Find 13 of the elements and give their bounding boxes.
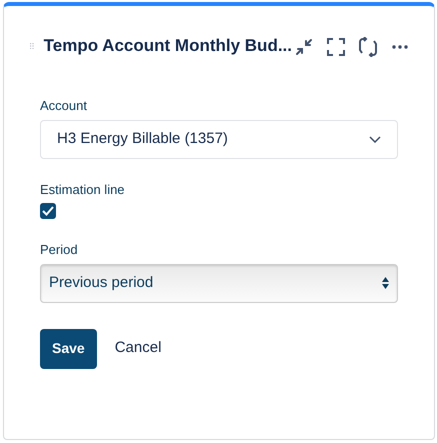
period-select[interactable]: Previous period — [40, 264, 398, 302]
refresh-icon[interactable] — [356, 34, 380, 58]
field-label: Estimation line — [40, 180, 126, 198]
up-down-arrows-icon — [382, 277, 389, 289]
checkbox[interactable] — [40, 203, 56, 219]
chevron-down-icon — [369, 136, 381, 142]
cancel-button[interactable]: Cancel — [108, 328, 168, 368]
save-button[interactable]: Save — [40, 328, 97, 368]
widget-title: Tempo Account Monthly Bud... — [44, 36, 292, 56]
drag-handle-icon[interactable] — [30, 41, 34, 51]
account-dropdown[interactable]: H3 Energy Billable (1357) — [40, 120, 398, 158]
field-label: Account — [40, 97, 88, 115]
field-label: Period — [40, 241, 79, 259]
